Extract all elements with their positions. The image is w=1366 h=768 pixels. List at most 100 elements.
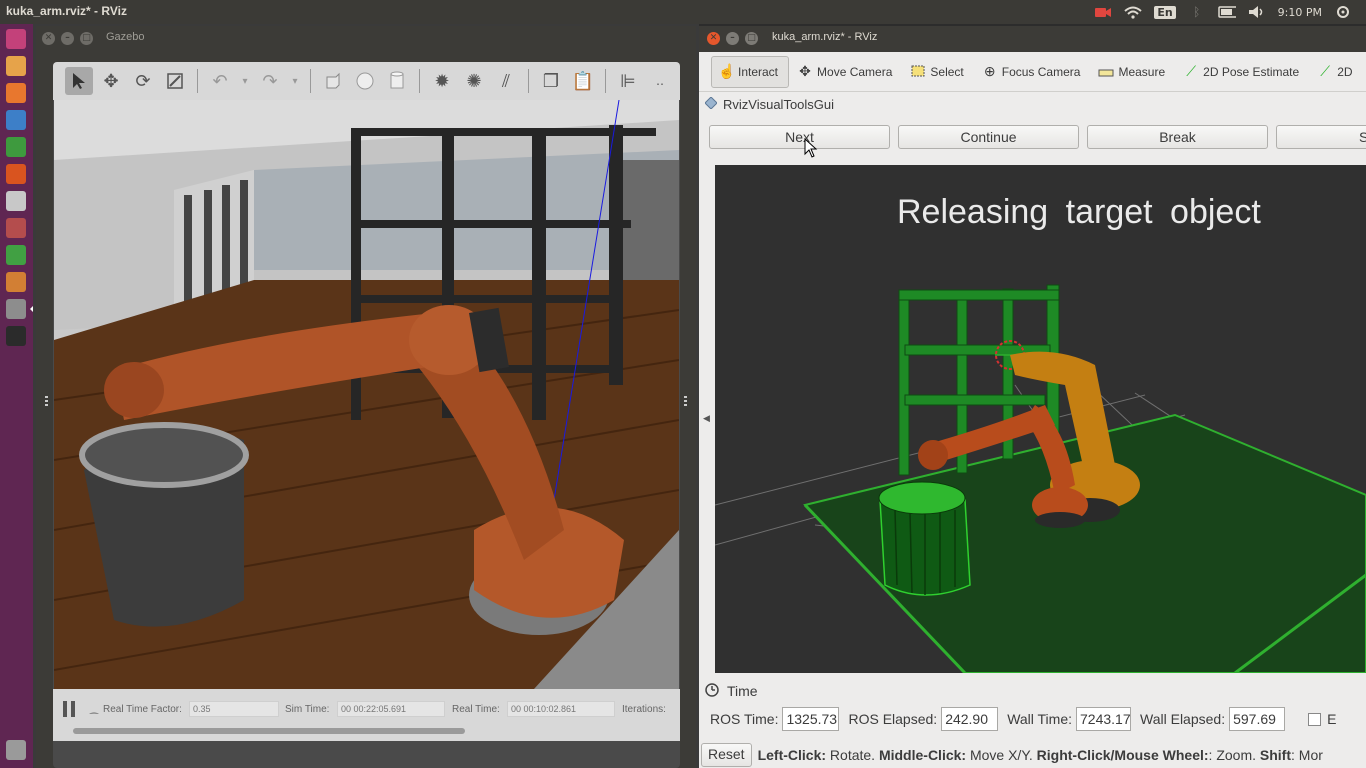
rviz-tools-toolbar: ☝ Interact ✥ Move Camera Select ⊕ Focus … (699, 52, 1366, 92)
ubuntu-dash-icon[interactable] (6, 29, 26, 49)
files-icon[interactable] (6, 56, 26, 76)
minimize-icon[interactable]: – (726, 32, 739, 45)
rotate-icon[interactable]: ⟳ (129, 67, 157, 95)
toolbar-separator (419, 69, 420, 93)
gazebo-titlebar[interactable]: ✕ – □ Gazebo (36, 26, 696, 50)
copy-icon[interactable]: ❐ (537, 67, 565, 95)
ros-elapsed-field[interactable]: 242.90 (941, 707, 999, 731)
maximize-icon[interactable]: □ (80, 32, 93, 45)
tool-label: Focus Camera (1001, 64, 1081, 79)
directional-light-icon[interactable]: ⫽ (492, 67, 520, 95)
cylinder-shape-icon[interactable] (383, 67, 411, 95)
real-time-field: 00 00:10:02.861 (507, 701, 615, 717)
left-splitter-handle[interactable] (45, 396, 48, 406)
wall-elapsed-label: Wall Elapsed: (1140, 711, 1226, 727)
select-icon (910, 64, 926, 80)
gazebo-statusbar: ⁔ Real Time Factor: 0.35 Sim Time: 00 00… (53, 689, 680, 741)
tool-2d-nav-goal[interactable]: ⟋ 2D (1311, 56, 1362, 88)
spot-light-icon[interactable]: ✺ (460, 67, 488, 95)
point-light-icon[interactable]: ✹ (428, 67, 456, 95)
calc-icon[interactable] (6, 137, 26, 157)
horizontal-scrollbar[interactable] (73, 728, 465, 734)
volume-icon[interactable] (1248, 5, 1266, 19)
gazebo-time-row: ⁔ Real Time Factor: 0.35 Sim Time: 00 00… (53, 699, 680, 719)
box-shape-icon[interactable] (319, 67, 347, 95)
gazebo-toolbar: ✥ ⟳ ↶ ▾ ↷ ▾ ✹ ✺ ⫽ ❐ 📋 ⊫ ‥ (53, 62, 680, 100)
wifi-icon[interactable] (1124, 5, 1142, 19)
close-icon[interactable]: ✕ (42, 32, 55, 45)
step-icon[interactable]: ⁔ (90, 704, 98, 715)
redo-dropdown-icon[interactable]: ▾ (288, 67, 302, 95)
continue-button[interactable]: Continue (898, 125, 1079, 149)
paste-icon[interactable]: 📋 (569, 67, 597, 95)
close-icon[interactable]: ✕ (707, 32, 720, 45)
translate-icon[interactable]: ✥ (97, 67, 125, 95)
gazebo-3d-scene[interactable] (54, 100, 679, 689)
keyboard-language-indicator[interactable]: En (1154, 5, 1176, 19)
middle-splitter-handle[interactable] (684, 396, 687, 406)
wall-elapsed-field[interactable]: 597.69 (1229, 707, 1286, 731)
system-tray: En ᛒ 9:10 PM (1094, 0, 1366, 24)
software-icon[interactable] (6, 272, 26, 292)
impress-icon[interactable] (6, 164, 26, 184)
more-tools-icon[interactable]: ‥ (646, 67, 674, 95)
tool-measure[interactable]: Measure (1092, 56, 1175, 88)
rviz-icon[interactable] (6, 299, 26, 319)
writer-icon[interactable] (6, 110, 26, 130)
time-panel-title: Time (727, 683, 758, 699)
rviz-titlebar[interactable]: ✕ – □ kuka_arm.rviz* - RViz (699, 26, 1366, 52)
toolbar-separator (197, 69, 198, 93)
experimental-checkbox[interactable] (1308, 712, 1322, 726)
tool-move-camera[interactable]: ✥ Move Camera (791, 56, 902, 88)
bluetooth-icon[interactable]: ᛒ (1188, 5, 1206, 19)
trash-icon[interactable] (6, 740, 26, 760)
time-panel-header: Time (699, 680, 1366, 702)
rtf-field: 0.35 (189, 701, 279, 717)
amazon-icon[interactable] (6, 191, 26, 211)
tool-label: 2D (1337, 64, 1353, 79)
qtcreator-icon[interactable] (6, 245, 26, 265)
tool-interact[interactable]: ☝ Interact (711, 55, 790, 88)
redo-icon[interactable]: ↷ (256, 67, 284, 95)
experimental-label: E (1327, 711, 1337, 727)
toolbar-separator (605, 69, 606, 93)
camera-indicator-icon[interactable] (1094, 5, 1112, 19)
active-window-title: kuka_arm.rviz* - RViz (6, 4, 127, 18)
settings-icon[interactable] (6, 218, 26, 238)
minimize-icon[interactable]: – (61, 32, 74, 45)
mouse-hint-text: Left-Click: Rotate. Middle-Click: Move X… (757, 746, 1323, 763)
gazebo-main: ✥ ⟳ ↶ ▾ ↷ ▾ ✹ ✺ ⫽ ❐ 📋 ⊫ ‥ ⁔ Real Time Fa… (53, 62, 680, 768)
firefox-icon[interactable] (6, 83, 26, 103)
break-button[interactable]: Break (1087, 125, 1268, 149)
undo-dropdown-icon[interactable]: ▾ (238, 67, 252, 95)
next-button[interactable]: Next (709, 125, 890, 149)
tool-label: Measure (1118, 64, 1166, 79)
panel-title: RvizVisualToolsGui (723, 96, 835, 112)
rviz-status-bar: Reset Left-Click: Rotate. Middle-Click: … (699, 741, 1366, 768)
reset-button[interactable]: Reset (701, 742, 752, 767)
stop-button[interactable]: St (1276, 125, 1366, 149)
unity-launcher (0, 24, 34, 768)
align-icon[interactable]: ⊫ (614, 67, 642, 95)
tool-focus-camera[interactable]: ⊕ Focus Camera (976, 56, 1091, 88)
rviz-3d-view[interactable]: Releasing target object (715, 165, 1366, 673)
tool-2d-pose-estimate[interactable]: ⟋ 2D Pose Estimate (1177, 56, 1309, 88)
clock[interactable]: 9:10 PM (1278, 6, 1322, 19)
collapse-left-arrow-icon[interactable]: ◀ (703, 414, 710, 424)
scale-icon[interactable] (161, 67, 189, 95)
wall-time-field[interactable]: 7243.17 (1076, 707, 1132, 731)
iterations-label: Iterations: (622, 703, 666, 715)
real-time-label: Real Time: (452, 703, 500, 715)
battery-icon[interactable] (1217, 5, 1236, 19)
sphere-shape-icon[interactable] (351, 67, 379, 95)
tool-label: 2D Pose Estimate (1203, 64, 1300, 79)
focus-camera-icon: ⊕ (983, 63, 996, 79)
ros-time-field[interactable]: 1325.73 (782, 707, 840, 731)
maximize-icon[interactable]: □ (745, 32, 758, 45)
terminal-icon[interactable] (6, 326, 26, 346)
power-gear-icon[interactable] (1334, 5, 1352, 19)
select-arrow-icon[interactable] (65, 67, 93, 95)
toolbar-separator (528, 69, 529, 93)
tool-select[interactable]: Select (904, 56, 973, 88)
undo-icon[interactable]: ↶ (206, 67, 234, 95)
